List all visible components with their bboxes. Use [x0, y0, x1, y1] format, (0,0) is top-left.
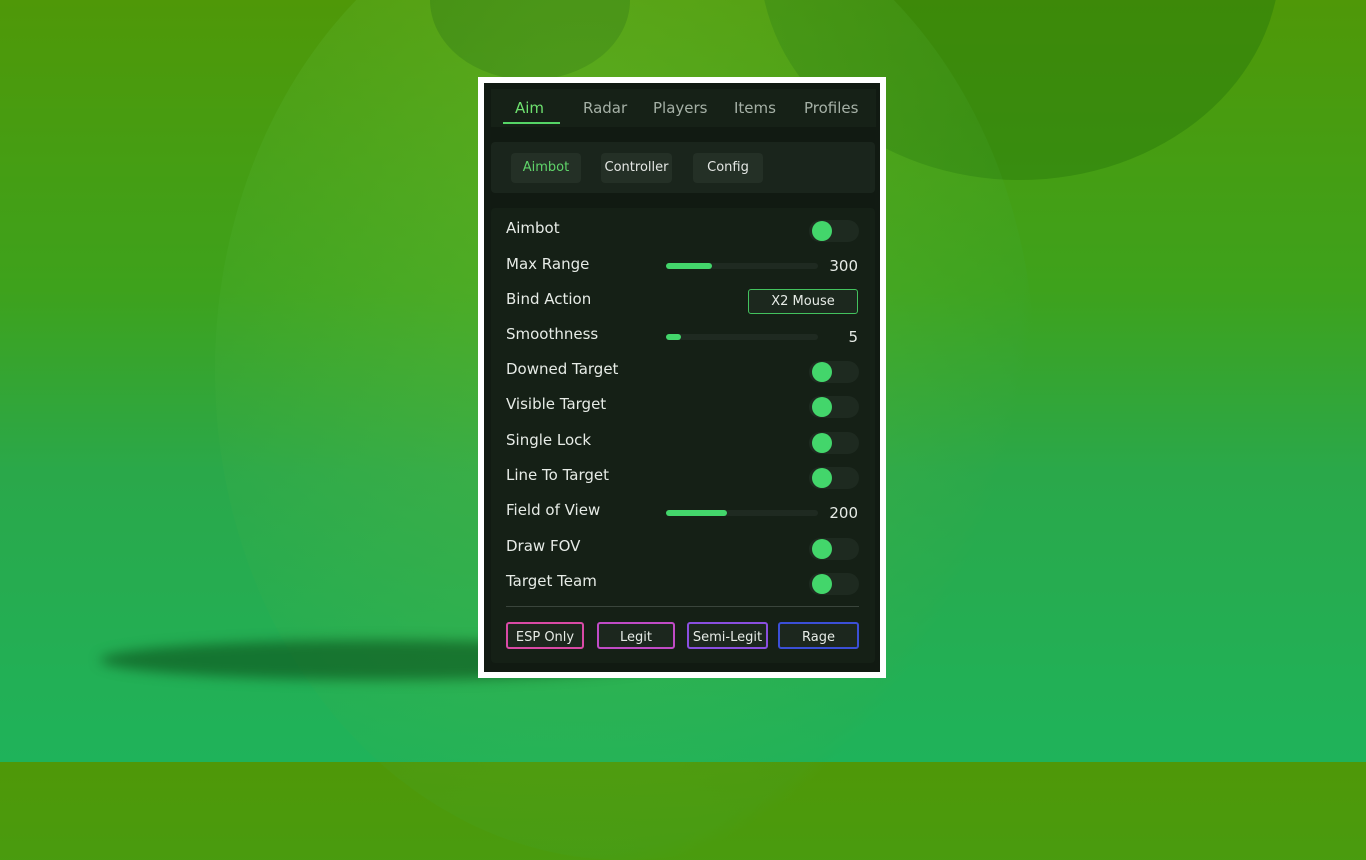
field-of-view-label: Field of View — [506, 501, 601, 519]
bind-action-button[interactable]: X2 Mouse — [748, 289, 858, 314]
line-to-target-toggle[interactable] — [809, 467, 859, 489]
smoothness-slider[interactable] — [666, 334, 818, 340]
toggle-knob — [812, 468, 832, 488]
smoothness-label: Smoothness — [506, 325, 599, 343]
toggle-knob — [812, 574, 832, 594]
toggle-knob — [812, 221, 832, 241]
field-of-view-slider-fill — [666, 510, 727, 516]
downed-target-toggle[interactable] — [809, 361, 859, 383]
field-of-view-value: 200 — [829, 504, 858, 522]
max-range-slider-fill — [666, 263, 712, 269]
single-lock-toggle[interactable] — [809, 432, 859, 454]
aimbot-toggle[interactable] — [809, 220, 859, 242]
visible-target-toggle[interactable] — [809, 396, 859, 418]
tab-players[interactable]: Players — [653, 99, 708, 117]
subtab-controller[interactable]: Controller — [601, 153, 672, 183]
draw-fov-label: Draw FOV — [506, 537, 581, 555]
preset-esp-only-button[interactable]: ESP Only — [506, 622, 584, 649]
max-range-slider[interactable] — [666, 263, 818, 269]
active-tab-indicator — [503, 122, 560, 124]
draw-fov-toggle[interactable] — [809, 538, 859, 560]
toggle-knob — [812, 433, 832, 453]
line-to-target-label: Line To Target — [506, 466, 609, 484]
subtab-config[interactable]: Config — [693, 153, 763, 183]
toggle-knob — [812, 362, 832, 382]
main-tab-bar: Aim Radar Players Items Profiles — [491, 89, 876, 127]
tab-profiles[interactable]: Profiles — [804, 99, 858, 117]
bind-action-label: Bind Action — [506, 290, 592, 308]
field-of-view-slider[interactable] — [666, 510, 818, 516]
preset-semi-legit-button[interactable]: Semi-Legit — [687, 622, 768, 649]
visible-target-label: Visible Target — [506, 395, 607, 413]
preset-rage-button[interactable]: Rage — [778, 622, 859, 649]
max-range-label: Max Range — [506, 255, 590, 273]
tab-items[interactable]: Items — [734, 99, 776, 117]
smoothness-slider-fill — [666, 334, 682, 340]
tab-aim[interactable]: Aim — [515, 99, 544, 117]
max-range-value: 300 — [829, 257, 858, 275]
toggle-knob — [812, 539, 832, 559]
preset-legit-button[interactable]: Legit — [597, 622, 675, 649]
single-lock-label: Single Lock — [506, 431, 592, 449]
toggle-knob — [812, 397, 832, 417]
aimbot-label: Aimbot — [506, 219, 560, 237]
smoothness-value: 5 — [848, 328, 858, 346]
tab-radar[interactable]: Radar — [583, 99, 627, 117]
sub-tab-bar: Aimbot Controller Config — [491, 142, 875, 193]
target-team-toggle[interactable] — [809, 573, 859, 595]
subtab-aimbot[interactable]: Aimbot — [511, 153, 581, 183]
settings-list: Aimbot Max Range 300 Bind Action X2 Mous… — [491, 208, 875, 663]
downed-target-label: Downed Target — [506, 360, 619, 378]
divider — [506, 606, 859, 607]
target-team-label: Target Team — [506, 572, 597, 590]
